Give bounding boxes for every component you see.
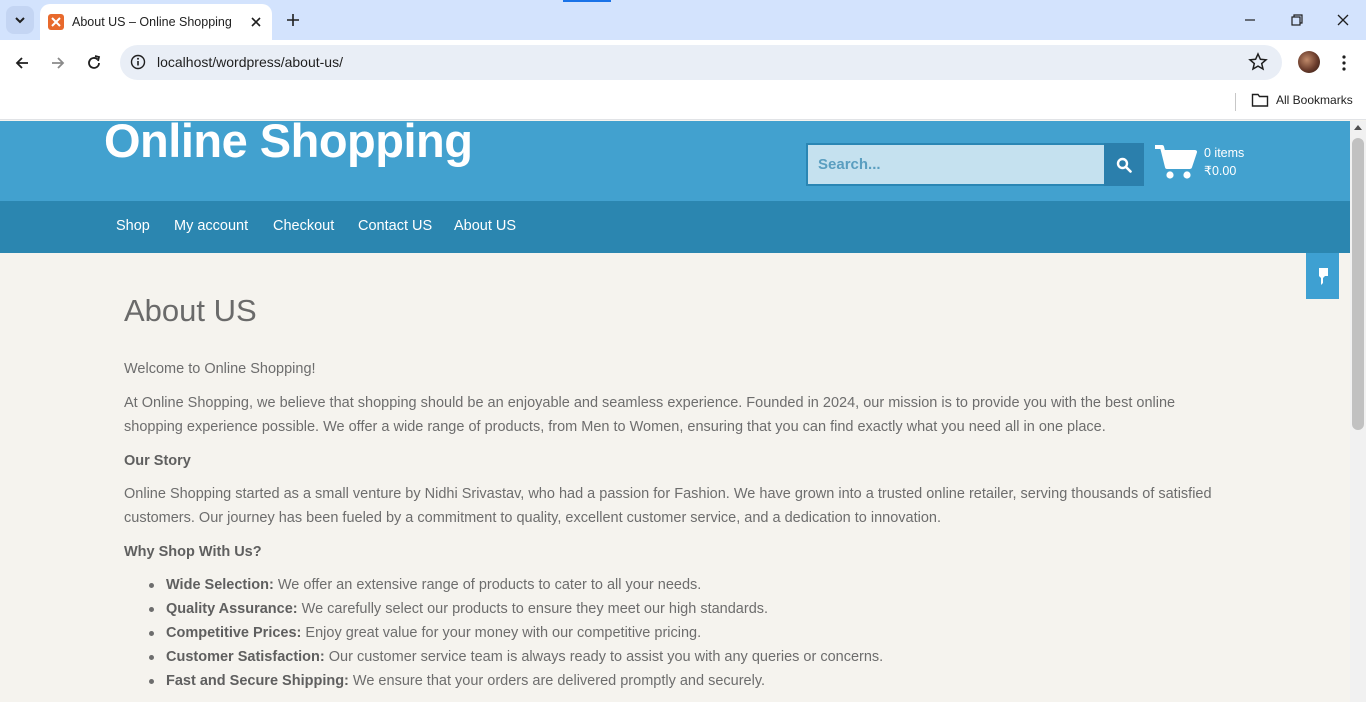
info-icon[interactable] — [130, 54, 146, 70]
url-text: localhost/wordpress/about-us/ — [157, 54, 343, 70]
bookmarks-bar: All Bookmarks — [0, 86, 1366, 120]
list-item-title: Competitive Prices: — [166, 625, 302, 641]
list-item-title: Quality Assurance: — [166, 601, 298, 617]
list-item: Competitive Prices: Enjoy great value fo… — [124, 621, 1234, 645]
page-viewport: Online Shopping 0 items ₹0.00 Shop My ac… — [0, 121, 1350, 702]
star-icon[interactable] — [1248, 52, 1268, 72]
browser-tab-strip: About US – Online Shopping — [0, 0, 1366, 40]
restore-icon[interactable] — [1285, 8, 1309, 32]
cart-icon[interactable] — [1154, 143, 1198, 181]
list-item: Customer Satisfaction: Our customer serv… — [124, 645, 1234, 669]
browser-toolbar: localhost/wordpress/about-us/ — [0, 40, 1366, 86]
reload-icon[interactable] — [82, 51, 106, 75]
list-item-title: Fast and Secure Shipping: — [166, 673, 349, 689]
story-paragraph: Online Shopping started as a small ventu… — [124, 486, 1212, 526]
story-heading: Our Story — [124, 449, 1234, 473]
bookmarks-divider — [1235, 93, 1236, 111]
list-item: Wide Selection: We offer an extensive ra… — [124, 573, 1234, 597]
cart-item-count[interactable]: 0 items — [1204, 146, 1244, 160]
tab-title: About US – Online Shopping — [72, 15, 232, 29]
tab-strip-accent — [563, 0, 611, 2]
all-bookmarks-link[interactable]: All Bookmarks — [1276, 93, 1353, 107]
pin-icon — [1318, 268, 1328, 285]
nav-item-about-us[interactable]: About US — [454, 218, 516, 234]
kebab-icon[interactable] — [1332, 51, 1356, 75]
page-title: About US — [124, 293, 257, 328]
list-item: Fast and Secure Shipping: We ensure that… — [124, 669, 1234, 693]
welcome-text: Welcome to Online Shopping! — [124, 361, 316, 377]
window-close-icon[interactable] — [1331, 8, 1355, 32]
list-item-text: We ensure that your orders are delivered… — [348, 673, 766, 689]
list-item-text: Our customer service team is always read… — [324, 649, 884, 665]
search-box — [806, 143, 1104, 186]
list-item-text: We offer an extensive range of products … — [273, 577, 702, 593]
site-header: Online Shopping 0 items ₹0.00 — [0, 121, 1350, 201]
active-tab[interactable]: About US – Online Shopping — [40, 4, 272, 40]
scrollbar-thumb[interactable] — [1352, 138, 1364, 430]
nav-item-contact-us[interactable]: Contact US — [358, 218, 432, 234]
search-button[interactable] — [1104, 143, 1144, 186]
reasons-list: Wide Selection: We offer an extensive ra… — [124, 573, 1234, 693]
site-title[interactable]: Online Shopping — [104, 121, 473, 168]
plus-icon[interactable] — [282, 9, 304, 31]
address-bar[interactable]: localhost/wordpress/about-us/ — [120, 45, 1282, 80]
folder-icon[interactable] — [1251, 92, 1269, 108]
arrow-right-icon[interactable] — [46, 51, 70, 75]
minimize-icon[interactable] — [1238, 8, 1262, 32]
cart-total[interactable]: ₹0.00 — [1204, 163, 1236, 178]
avatar[interactable] — [1298, 51, 1320, 73]
vertical-scrollbar[interactable] — [1350, 121, 1366, 702]
list-item-title: Customer Satisfaction: — [166, 649, 325, 665]
nav-item-checkout[interactable]: Checkout — [273, 218, 334, 234]
main-navigation: Shop My account Checkout Contact US Abou… — [0, 201, 1350, 253]
tab-search-button[interactable] — [6, 6, 34, 34]
search-icon — [1116, 157, 1132, 173]
search-input[interactable] — [808, 145, 1104, 184]
why-heading: Why Shop With Us? — [124, 540, 1234, 564]
intro-paragraph: At Online Shopping, we believe that shop… — [124, 395, 1176, 435]
sticky-side-tab[interactable] — [1306, 253, 1339, 299]
close-icon[interactable] — [246, 12, 266, 32]
arrow-left-icon[interactable] — [10, 51, 34, 75]
story-heading-text: Our Story — [124, 453, 191, 469]
list-item-text: Enjoy great value for your money with ou… — [301, 625, 702, 641]
nav-item-my-account[interactable]: My account — [174, 218, 248, 234]
list-item-title: Wide Selection: — [166, 577, 274, 593]
list-item-text: We carefully select our products to ensu… — [297, 601, 769, 617]
chevron-down-icon — [15, 17, 25, 24]
why-heading-text: Why Shop With Us? — [124, 544, 262, 560]
scroll-up-arrow[interactable] — [1354, 125, 1362, 130]
list-item: Quality Assurance: We carefully select o… — [124, 597, 1234, 621]
xampp-icon — [48, 14, 64, 30]
nav-item-shop[interactable]: Shop — [116, 218, 150, 234]
